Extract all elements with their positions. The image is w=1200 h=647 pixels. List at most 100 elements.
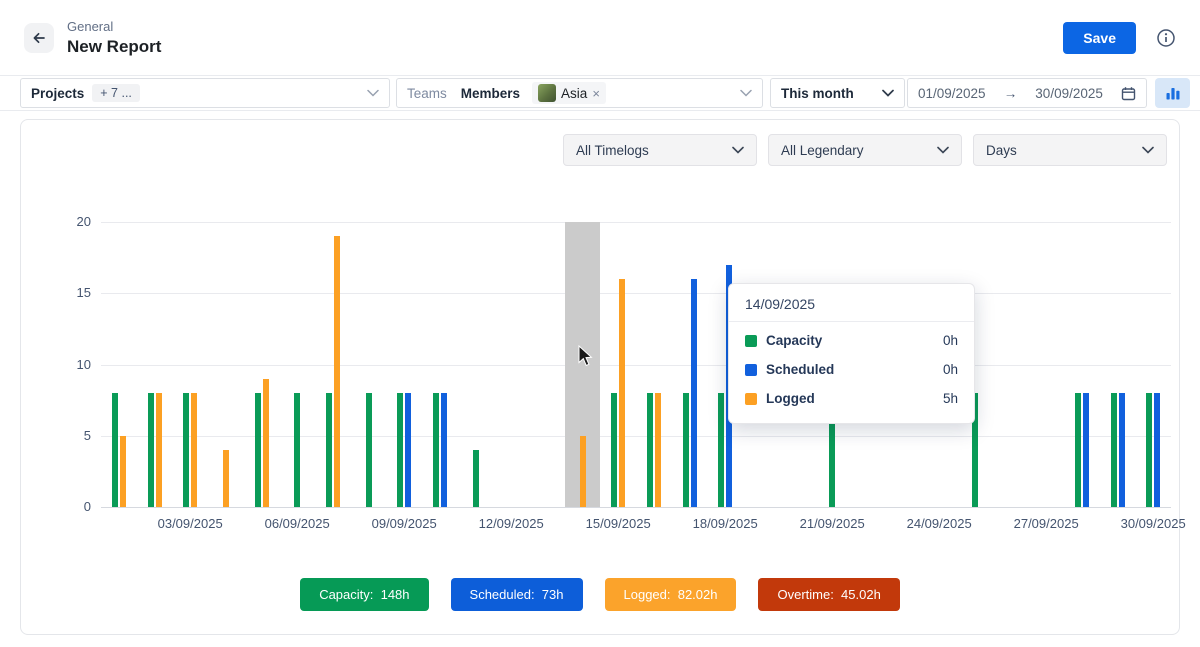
- x-axis-label: 24/09/2025: [879, 516, 999, 531]
- period-select[interactable]: This month: [770, 78, 905, 108]
- tooltip-row-capacity: Capacity 0h: [745, 326, 958, 355]
- projects-filter[interactable]: Projects + 7 ...: [20, 78, 390, 108]
- tooltip-label: Logged: [766, 391, 815, 406]
- timelogs-select-value: All Timelogs: [576, 143, 649, 158]
- y-axis-label: 0: [21, 499, 91, 514]
- legend-scheduled-badge: Scheduled: 73h: [451, 578, 583, 611]
- x-axis-label: 21/09/2025: [772, 516, 892, 531]
- bar-capacity[interactable]: [611, 393, 617, 507]
- bar-logged[interactable]: [655, 393, 661, 507]
- bar-capacity[interactable]: [326, 393, 332, 507]
- x-axis-label: 30/09/2025: [1093, 516, 1200, 531]
- chart-view-button[interactable]: [1155, 78, 1190, 108]
- y-axis-label: 5: [21, 428, 91, 443]
- title-block: General New Report: [67, 19, 161, 57]
- date-end: 30/09/2025: [1035, 86, 1103, 101]
- page-title: New Report: [67, 37, 161, 57]
- arrow-right-icon: →: [1004, 86, 1018, 101]
- bar-capacity[interactable]: [433, 393, 439, 507]
- gridline: [101, 293, 1171, 294]
- calendar-icon: [1121, 86, 1136, 101]
- chevron-down-icon: [882, 89, 894, 97]
- logged-swatch: [745, 393, 757, 405]
- x-axis-label: 18/09/2025: [665, 516, 785, 531]
- projects-label: Projects: [31, 86, 84, 101]
- bar-logged[interactable]: [580, 436, 586, 507]
- chart-tooltip: 14/09/2025 Capacity 0h Scheduled 0h Logg…: [728, 283, 975, 424]
- bar-capacity[interactable]: [683, 393, 689, 507]
- bar-capacity[interactable]: [1075, 393, 1081, 507]
- team-tag-label: Asia: [561, 86, 587, 101]
- bar-logged[interactable]: [263, 379, 269, 507]
- date-range-picker[interactable]: 01/09/2025 → 30/09/2025: [907, 78, 1147, 108]
- report-panel: All Timelogs All Legendary Days 05101520…: [20, 119, 1180, 635]
- bar-logged[interactable]: [334, 236, 340, 507]
- legendary-select-value: All Legendary: [781, 143, 864, 158]
- teams-members-filter[interactable]: Teams Members Asia ×: [396, 78, 763, 108]
- legend-logged-badge: Logged: 82.02h: [605, 578, 737, 611]
- tooltip-row-logged: Logged 5h: [745, 384, 958, 413]
- bar-capacity[interactable]: [1111, 393, 1117, 507]
- bar-capacity[interactable]: [255, 393, 261, 507]
- panel-filter-row: All Timelogs All Legendary Days: [21, 120, 1179, 166]
- bar-capacity[interactable]: [718, 393, 724, 507]
- bar-capacity[interactable]: [366, 393, 372, 507]
- bar-scheduled[interactable]: [405, 393, 411, 507]
- teams-tab[interactable]: Teams: [407, 86, 447, 101]
- bar-logged[interactable]: [619, 279, 625, 507]
- period-label: This month: [781, 86, 854, 101]
- tooltip-label: Capacity: [766, 333, 822, 348]
- info-icon: [1156, 28, 1176, 48]
- team-tag-asia[interactable]: Asia ×: [532, 82, 606, 104]
- bar-logged[interactable]: [223, 450, 229, 507]
- x-axis-label: 15/09/2025: [558, 516, 678, 531]
- gridline: [101, 507, 1171, 508]
- save-button[interactable]: Save: [1063, 22, 1136, 54]
- x-axis-label: 09/09/2025: [344, 516, 464, 531]
- bar-scheduled[interactable]: [441, 393, 447, 507]
- legendary-select[interactable]: All Legendary: [768, 134, 962, 166]
- tooltip-value: 0h: [943, 333, 958, 348]
- bar-logged[interactable]: [156, 393, 162, 507]
- capacity-swatch: [745, 335, 757, 347]
- bar-capacity[interactable]: [473, 450, 479, 507]
- bar-capacity[interactable]: [148, 393, 154, 507]
- tooltip-date: 14/09/2025: [745, 296, 958, 321]
- bar-logged[interactable]: [191, 393, 197, 507]
- chevron-down-icon: [937, 146, 949, 154]
- breadcrumb: General: [67, 19, 161, 34]
- bar-capacity[interactable]: [183, 393, 189, 507]
- bar-capacity[interactable]: [112, 393, 118, 507]
- bar-scheduled[interactable]: [1119, 393, 1125, 507]
- page-header: General New Report Save: [0, 0, 1200, 75]
- bar-logged[interactable]: [120, 436, 126, 507]
- bar-chart-icon: [1165, 85, 1181, 101]
- projects-more-chip[interactable]: + 7 ...: [92, 84, 140, 102]
- tooltip-divider: [729, 321, 974, 322]
- bar-capacity[interactable]: [397, 393, 403, 507]
- scheduled-swatch: [745, 364, 757, 376]
- x-axis-label: 27/09/2025: [986, 516, 1106, 531]
- y-axis-label: 20: [21, 214, 91, 229]
- team-avatar: [538, 84, 556, 102]
- filter-bar: Projects + 7 ... Teams Members Asia × Th…: [0, 75, 1200, 111]
- remove-tag-icon[interactable]: ×: [592, 87, 600, 100]
- arrow-left-icon: [31, 30, 47, 46]
- members-tab[interactable]: Members: [461, 86, 520, 101]
- gridline: [101, 365, 1171, 366]
- y-axis-label: 15: [21, 285, 91, 300]
- bar-scheduled[interactable]: [1083, 393, 1089, 507]
- granularity-select[interactable]: Days: [973, 134, 1167, 166]
- info-button[interactable]: [1156, 28, 1176, 48]
- chevron-down-icon: [732, 146, 744, 154]
- bar-capacity[interactable]: [294, 393, 300, 507]
- bar-capacity[interactable]: [1146, 393, 1152, 507]
- timelogs-select[interactable]: All Timelogs: [563, 134, 757, 166]
- bar-scheduled[interactable]: [691, 279, 697, 507]
- gridline: [101, 222, 1171, 223]
- bar-scheduled[interactable]: [1154, 393, 1160, 507]
- back-button[interactable]: [24, 23, 54, 53]
- bar-capacity[interactable]: [647, 393, 653, 507]
- granularity-select-value: Days: [986, 143, 1017, 158]
- chevron-down-icon: [367, 89, 379, 97]
